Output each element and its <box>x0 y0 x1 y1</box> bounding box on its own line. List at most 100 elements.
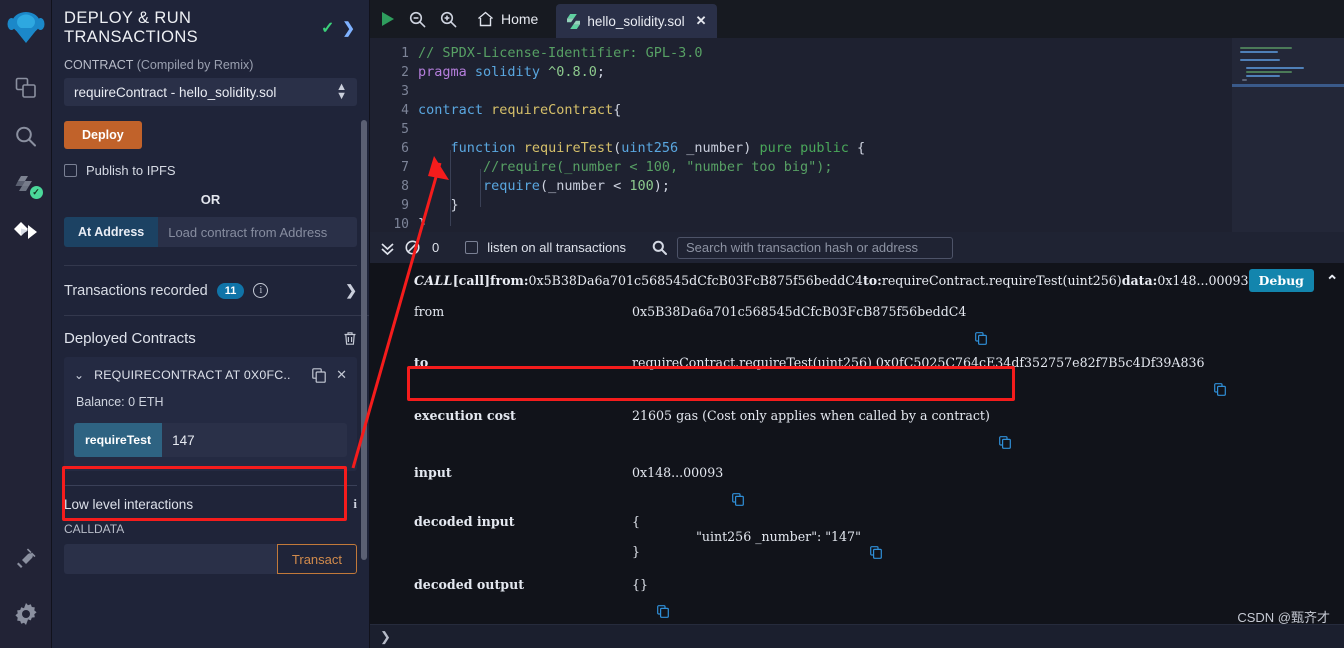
deployed-contracts-header: Deployed Contracts <box>52 316 369 357</box>
terminal-input[interactable] <box>398 628 1334 645</box>
deployed-contract-header[interactable]: ⌄ REQUIRECONTRACT AT 0X0FC.. ✕ <box>74 367 347 383</box>
zoom-in-icon[interactable] <box>440 11 457 28</box>
icon-rail: ✓ <box>0 0 52 648</box>
panel-header: DEPLOY & RUN TRANSACTIONS ✓ ❯ <box>52 0 369 58</box>
calldata-label: CALLDATA <box>64 522 125 536</box>
to-label: to: <box>862 273 882 288</box>
terminal-search <box>652 236 953 259</box>
publish-ipfs-label: Publish to IPFS <box>86 163 176 178</box>
listen-all-transactions-row[interactable]: listen on all transactions <box>465 240 626 255</box>
panel-scrollbar[interactable] <box>361 120 367 560</box>
row-key: to <box>414 355 429 370</box>
editor-minimap[interactable] <box>1232 38 1344 232</box>
zoom-out-icon[interactable] <box>409 11 426 28</box>
deployed-contract-balance: Balance: 0 ETH <box>76 395 164 409</box>
chevron-right-icon[interactable]: ❯ <box>342 19 355 37</box>
call-status: CALL <box>414 273 453 288</box>
deploy-run-panel: DEPLOY & RUN TRANSACTIONS ✓ ❯ CONTRACT (… <box>52 0 370 648</box>
row-value: 0x5B38Da6a701c568545dCfcB03FcB875f56bedd… <box>632 304 967 319</box>
solidity-compiler-icon[interactable]: ✓ <box>7 162 45 206</box>
trash-icon[interactable] <box>343 331 357 346</box>
transactions-recorded-count: 11 <box>216 282 245 299</box>
debug-button[interactable]: Debug <box>1248 269 1314 292</box>
terminal-panel: 0 listen on all transactions Search with… <box>370 232 1344 648</box>
publish-ipfs-row[interactable]: Publish to IPFS <box>64 163 357 178</box>
call-kind: [call] <box>452 273 491 288</box>
transact-button[interactable]: Transact <box>276 544 357 574</box>
contract-label: CONTRACT (Compiled by Remix) <box>64 58 357 72</box>
plugin-manager-icon[interactable] <box>7 536 45 580</box>
settings-icon[interactable] <box>7 592 45 636</box>
file-explorer-icon[interactable] <box>7 66 45 110</box>
home-label: Home <box>501 11 539 27</box>
at-address-row: At Address <box>64 217 357 247</box>
search-input[interactable] <box>676 236 953 259</box>
terminal-body[interactable]: CALL [call] from: 0x5B38Da6a701c568545dC… <box>370 263 1344 624</box>
search-icon[interactable] <box>7 114 45 158</box>
deploy-button[interactable]: Deploy <box>64 121 142 149</box>
from-value: 0x5B38Da6a701c568545dCfcB03FcB875f56bedd… <box>528 273 863 288</box>
table-row: to requireContract.requireTest(uint256) … <box>370 353 1344 406</box>
copy-icon[interactable] <box>975 304 1028 345</box>
to-value: requireContract.requireTest(uint256) <box>881 273 1122 288</box>
line-number: 8 <box>401 179 409 194</box>
indent-guide <box>450 150 451 226</box>
solidity-file-icon <box>567 13 581 29</box>
copy-icon[interactable] <box>657 577 710 618</box>
info-icon[interactable]: i <box>353 496 357 512</box>
data-value: 0x148...00093 <box>1157 273 1249 288</box>
deployed-contracts-label: Deployed Contracts <box>64 330 196 347</box>
prompt-icon: ❯ <box>380 628 391 644</box>
copy-icon[interactable] <box>869 518 923 559</box>
require-test-button[interactable]: requireTest <box>74 423 163 457</box>
run-icon[interactable] <box>380 11 395 27</box>
tab-hello-solidity[interactable]: hello_solidity.sol ✕ <box>556 4 717 38</box>
close-icon[interactable]: ✕ <box>336 367 347 383</box>
row-value: { "uint256 _number": "147" } <box>632 514 861 559</box>
line-number: 7 <box>401 160 409 175</box>
listen-all-checkbox[interactable] <box>465 241 479 254</box>
row-value: {} <box>632 577 649 592</box>
terminal-command-line[interactable]: ❯ <box>370 624 1344 648</box>
table-row: execution cost 21605 gas (Cost only appl… <box>370 406 1344 463</box>
row-value: 21605 gas (Cost only applies when called… <box>632 408 990 423</box>
home-tab[interactable]: Home <box>477 11 538 27</box>
transactions-expand-icon[interactable]: ❯ <box>345 282 357 299</box>
chevron-up-icon[interactable]: ⌃ <box>1326 272 1339 290</box>
line-number: 2 <box>401 65 409 80</box>
require-test-input[interactable] <box>162 423 360 457</box>
copy-icon[interactable] <box>732 465 785 506</box>
search-icon[interactable] <box>652 240 667 255</box>
pending-transactions-count: 0 <box>432 240 440 255</box>
code-editor[interactable]: 1 2 3 4 5 6 7 8 9 10 // SPDX-License-Ide… <box>370 38 1344 232</box>
compiler-success-badge: ✓ <box>29 186 43 199</box>
at-address-input[interactable] <box>158 217 357 247</box>
updown-icon: ▲ ▼ <box>336 81 347 102</box>
copy-icon[interactable] <box>1213 355 1267 396</box>
calldata-input[interactable] <box>64 544 277 574</box>
copy-icon[interactable] <box>998 408 1052 449</box>
function-call-row: requireTest ⌄ <box>74 423 369 457</box>
listen-all-label: listen on all transactions <box>487 240 626 255</box>
copy-icon[interactable] <box>312 367 326 383</box>
chevron-down-icon[interactable]: ⌄ <box>74 368 84 382</box>
collapse-terminal-icon[interactable] <box>380 241 395 255</box>
info-icon[interactable]: i <box>253 283 269 298</box>
publish-ipfs-checkbox[interactable] <box>64 164 77 177</box>
transactions-recorded-row[interactable]: Transactions recorded 11 i ❯ <box>52 266 369 315</box>
editor-tabbar: Home hello_solidity.sol ✕ <box>370 0 1344 38</box>
line-number: 3 <box>401 84 409 99</box>
row-key: from <box>414 304 445 319</box>
remix-logo[interactable] <box>4 6 48 54</box>
or-separator: OR <box>200 192 221 207</box>
contract-select[interactable]: requireContract - hello_solidity.sol ▲ ▼ <box>64 78 357 106</box>
clear-console-icon[interactable] <box>405 240 420 255</box>
contract-label-text: CONTRACT <box>64 58 134 72</box>
line-number: 9 <box>401 198 409 213</box>
transaction-header[interactable]: CALL [call] from: 0x5B38Da6a701c568545dC… <box>370 263 1344 292</box>
transactions-recorded-label: Transactions recorded <box>64 282 208 299</box>
close-icon[interactable]: ✕ <box>696 13 707 29</box>
at-address-button[interactable]: At Address <box>64 217 159 247</box>
deploy-run-icon[interactable] <box>7 210 45 254</box>
editor-code[interactable]: // SPDX-License-Identifier: GPL-3.0 prag… <box>418 38 1344 232</box>
